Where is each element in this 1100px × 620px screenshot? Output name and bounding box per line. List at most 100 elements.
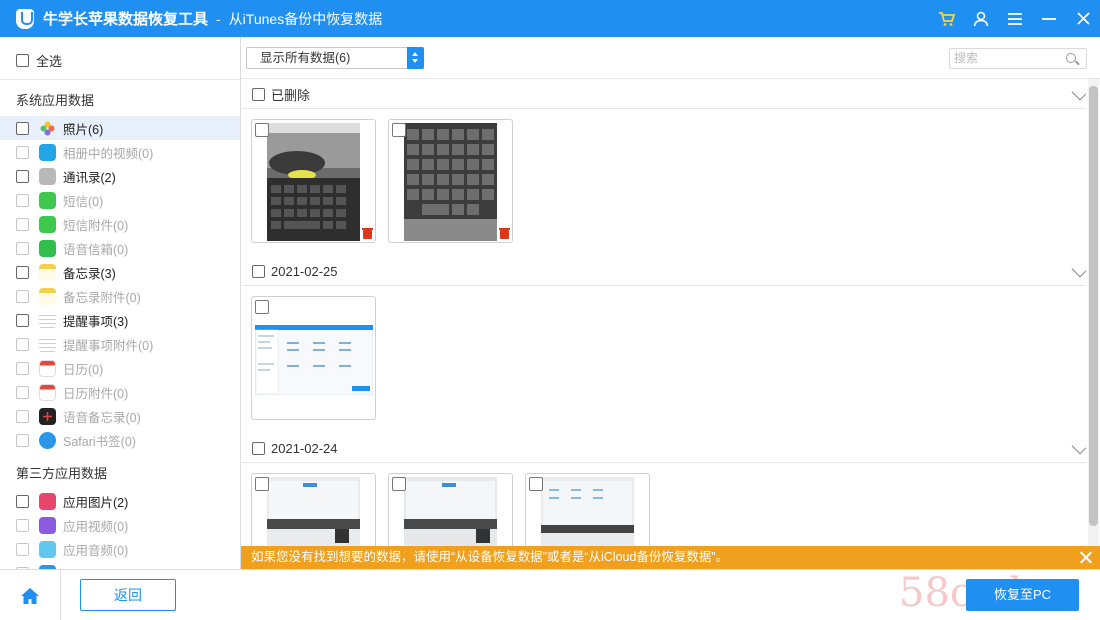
sidebar-item-messages[interactable]: 短信(0) <box>0 188 240 212</box>
notes-attachment-icon <box>39 287 56 305</box>
checkbox[interactable] <box>252 264 265 278</box>
sidebar-item-message-attachments[interactable]: 短信附件(0) <box>0 212 240 236</box>
sidebar-item-album-video[interactable]: 相册中的视频(0) <box>0 140 240 164</box>
bottom-bar: 返回 58codes 恢复至PC <box>0 569 1100 620</box>
checkbox[interactable] <box>16 241 29 255</box>
checkbox[interactable] <box>16 433 29 447</box>
checkbox[interactable] <box>16 289 29 303</box>
photo-thumbnail[interactable] <box>251 473 376 546</box>
select-all-checkbox[interactable]: 全选 <box>16 51 62 70</box>
dropdown-arrow-icon[interactable] <box>407 47 424 69</box>
close-icon[interactable] <box>1079 551 1092 564</box>
checkbox[interactable] <box>529 477 543 491</box>
photo-thumbnail[interactable] <box>388 473 513 546</box>
sidebar-item-label: 语音信箱(0) <box>63 242 129 257</box>
search-icon[interactable] <box>1066 53 1076 63</box>
category-sidebar: 全选 系统应用数据 照片(6) 相册中的视频(0) 通讯录(2) 短信(0) 短… <box>0 37 241 569</box>
checkbox[interactable] <box>16 542 29 556</box>
home-icon <box>21 587 39 604</box>
photo-thumbnail[interactable] <box>388 119 513 243</box>
checkbox[interactable] <box>16 265 29 279</box>
sidebar-item-label: 应用图片(2) <box>63 495 129 510</box>
sidebar-item-app-video[interactable]: 应用视频(0) <box>0 513 240 537</box>
checkbox[interactable] <box>16 409 29 423</box>
filter-dropdown[interactable]: 显示所有数据(6) <box>246 47 424 69</box>
checkbox[interactable] <box>252 87 265 101</box>
sidebar-item-reminders[interactable]: 提醒事项(3) <box>0 308 240 332</box>
app-logo-icon <box>16 8 34 29</box>
checkbox[interactable] <box>16 518 29 532</box>
user-icon[interactable] <box>964 0 998 37</box>
checkbox[interactable] <box>16 313 29 327</box>
photo-thumbnail[interactable] <box>251 119 376 243</box>
sidebar-item-app-photos[interactable]: 应用图片(2) <box>0 489 240 513</box>
sidebar-item-app-audio[interactable]: 应用音频(0) <box>0 537 240 561</box>
contacts-icon <box>39 167 56 185</box>
recover-to-pc-button[interactable]: 恢复至PC <box>966 579 1079 611</box>
checkbox[interactable] <box>16 337 29 351</box>
chevron-down-icon[interactable] <box>1071 260 1086 278</box>
home-button[interactable] <box>0 570 61 620</box>
sidebar-item-label: 短信(0) <box>63 194 104 209</box>
minimize-icon[interactable] <box>1032 0 1066 37</box>
group-label: 已删除 <box>271 87 311 103</box>
checkbox[interactable] <box>16 193 29 207</box>
checkbox[interactable] <box>16 217 29 231</box>
cart-icon[interactable] <box>930 0 964 37</box>
sidebar-item-label: 备忘录附件(0) <box>63 290 141 305</box>
group-header-2021-02-25[interactable]: 2021-02-25 <box>252 258 1086 284</box>
checkbox[interactable] <box>255 123 269 137</box>
sidebar-item-calendar[interactable]: 日历(0) <box>0 356 240 380</box>
sidebar-item-contacts[interactable]: 通讯录(2) <box>0 164 240 188</box>
back-button[interactable]: 返回 <box>80 579 176 611</box>
sidebar-item-label: 应用视频(0) <box>63 519 129 534</box>
checkbox[interactable] <box>255 477 269 491</box>
sidebar-item-partial[interactable] <box>0 561 240 569</box>
photo-grid: 已删除 2021-02-25 2021-02-24 <box>242 79 1086 546</box>
photo-thumbnail[interactable] <box>525 473 650 546</box>
sidebar-item-notes-attachments[interactable]: 备忘录附件(0) <box>0 284 240 308</box>
checkbox[interactable] <box>16 121 29 135</box>
photo-image <box>267 123 360 241</box>
search-input[interactable]: 搜索 <box>949 48 1087 69</box>
page-title: 从iTunes备份中恢复数据 <box>228 10 383 27</box>
scrollbar-thumb[interactable] <box>1089 86 1098 526</box>
sidebar-item-voicemail[interactable]: 语音信箱(0) <box>0 236 240 260</box>
checkbox[interactable] <box>16 145 29 159</box>
checkbox[interactable] <box>392 123 406 137</box>
trash-icon <box>362 228 373 239</box>
checkbox[interactable] <box>252 441 265 455</box>
app-video-icon <box>39 516 56 534</box>
menu-icon[interactable] <box>998 0 1032 37</box>
screenshot-image <box>255 325 373 395</box>
notes-icon <box>39 263 56 281</box>
photo-thumbnail[interactable] <box>251 296 376 420</box>
sidebar-item-reminders-attachments[interactable]: 提醒事项附件(0) <box>0 332 240 356</box>
checkbox[interactable] <box>255 300 269 314</box>
title-bar: 牛学长苹果数据恢复工具 - 从iTunes备份中恢复数据 <box>0 0 1100 37</box>
sidebar-item-safari[interactable]: Safari书签(0) <box>0 428 240 452</box>
photos-icon <box>39 120 56 137</box>
sidebar-item-label: 日历(0) <box>63 362 104 377</box>
checkbox[interactable] <box>16 169 29 183</box>
sidebar-item-calendar-attachments[interactable]: 日历附件(0) <box>0 380 240 404</box>
reminders-icon <box>39 311 56 329</box>
title-separator: - <box>216 10 221 27</box>
sidebar-item-voice-memos[interactable]: 语音备忘录(0) <box>0 404 240 428</box>
checkbox[interactable] <box>392 477 406 491</box>
divider <box>242 285 1086 286</box>
close-icon[interactable] <box>1066 0 1100 37</box>
sidebar-item-photos[interactable]: 照片(6) <box>0 116 240 140</box>
chevron-down-icon[interactable] <box>1071 437 1086 455</box>
sidebar-item-label: 日历附件(0) <box>63 386 129 401</box>
sidebar-item-notes[interactable]: 备忘录(3) <box>0 260 240 284</box>
group-header-deleted[interactable]: 已删除 <box>252 81 1086 107</box>
app-audio-icon <box>39 540 56 558</box>
checkbox[interactable] <box>16 385 29 399</box>
chevron-down-icon[interactable] <box>1071 83 1086 101</box>
group-header-2021-02-24[interactable]: 2021-02-24 <box>252 435 1086 461</box>
checkbox[interactable] <box>16 494 29 508</box>
checkbox[interactable] <box>16 54 29 67</box>
checkbox[interactable] <box>16 361 29 375</box>
voice-memo-icon <box>39 407 56 425</box>
